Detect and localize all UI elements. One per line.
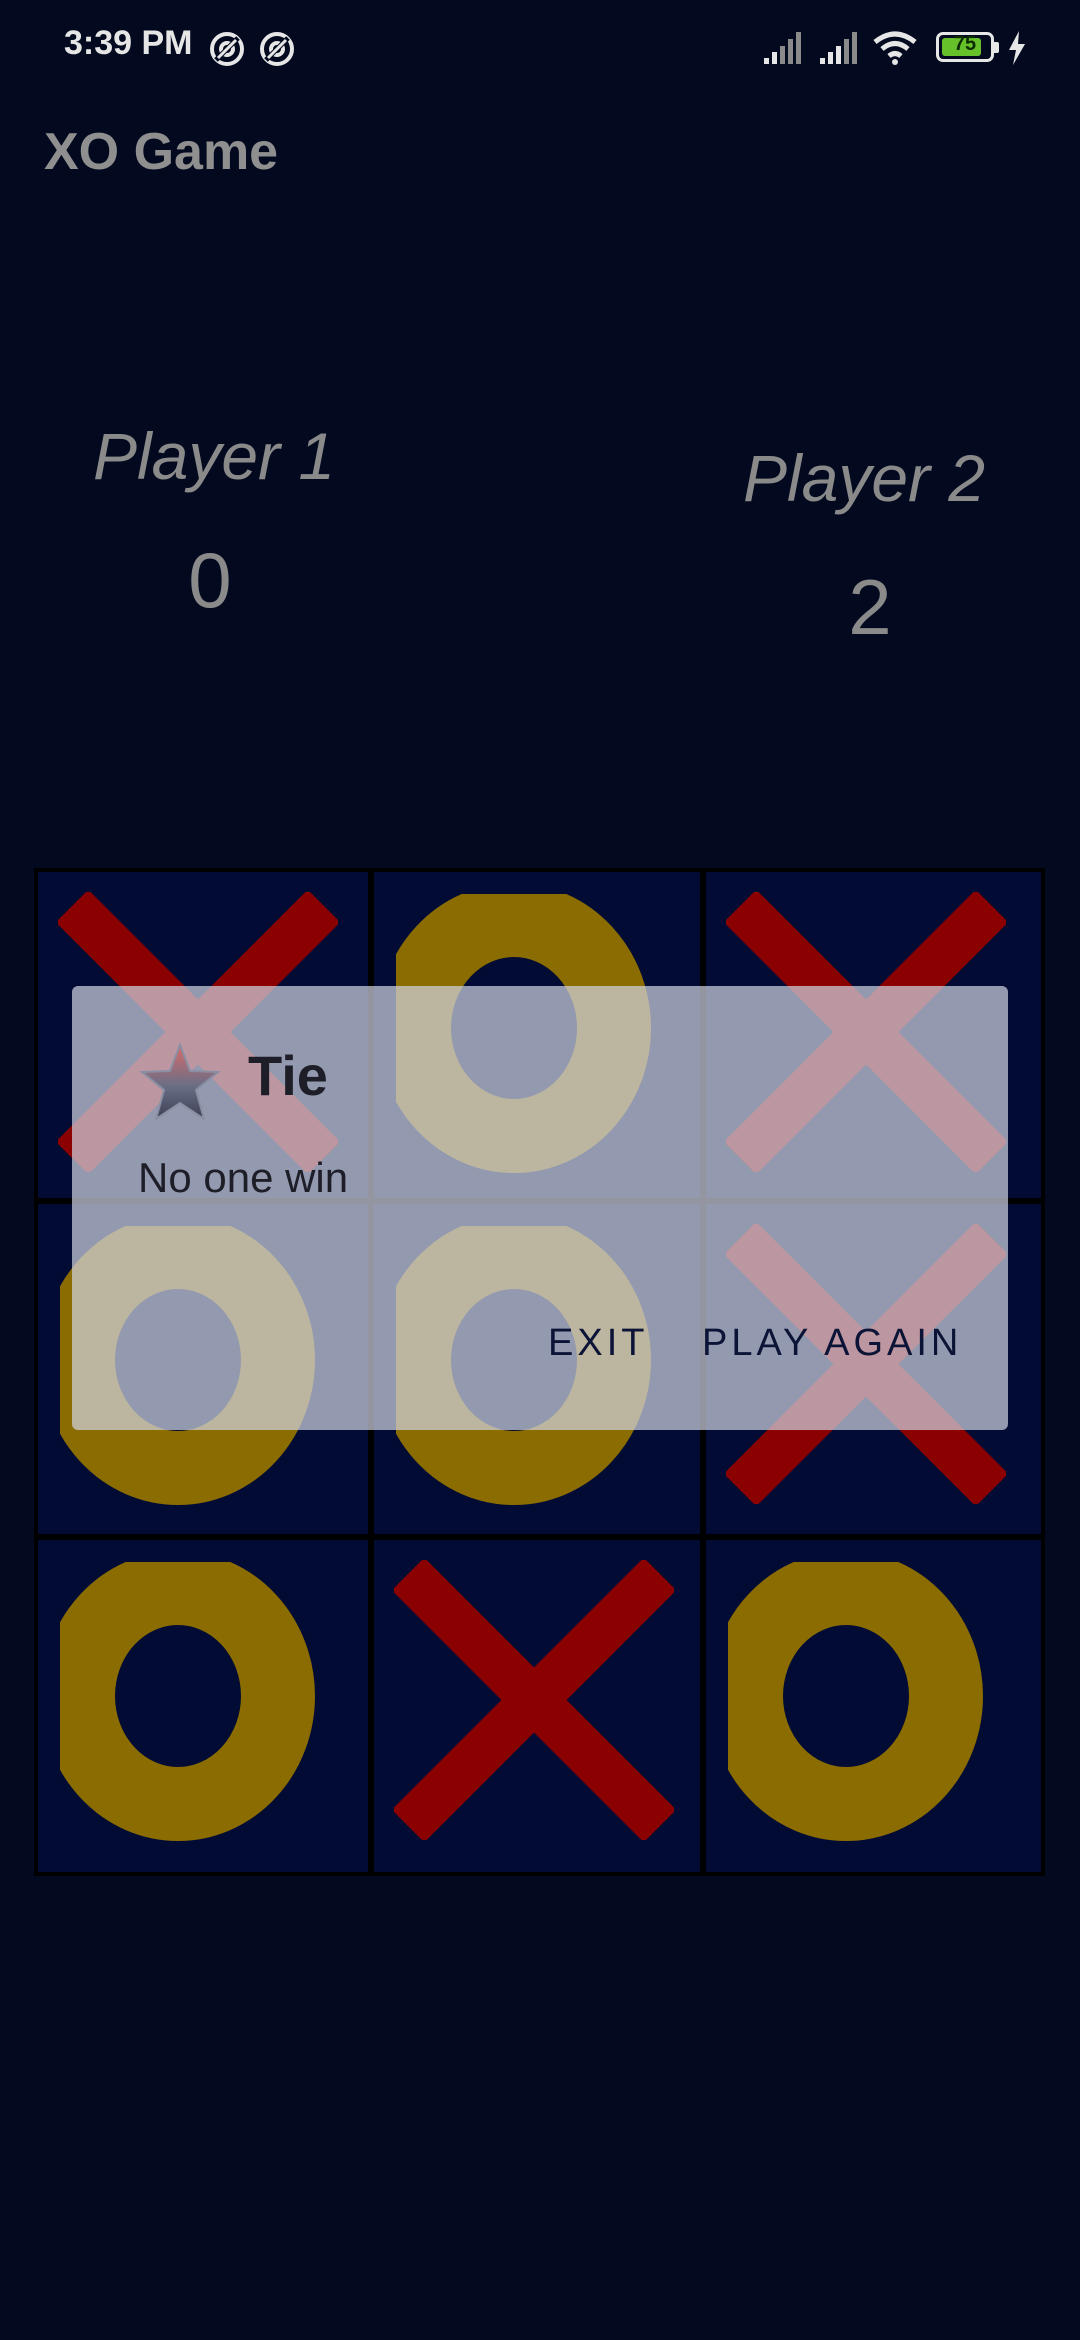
- player-1-score: 0: [188, 536, 232, 624]
- board-cell[interactable]: [706, 1540, 1041, 1872]
- x-mark-icon: [394, 1560, 674, 1840]
- app-title: XO Game: [44, 123, 279, 181]
- dialog-title: Tie: [248, 1044, 328, 1107]
- wifi-icon: [873, 31, 917, 65]
- player-2-score: 2: [848, 563, 892, 651]
- signal-icon: [820, 32, 857, 64]
- o-mark-icon: [60, 1562, 315, 1841]
- o-mark-icon: [728, 1562, 983, 1841]
- star-icon: [139, 1042, 221, 1122]
- signal-icon: [764, 32, 801, 64]
- play-again-button[interactable]: PLAY AGAIN: [702, 1322, 962, 1365]
- status-time: 3:39 PM: [64, 24, 193, 62]
- battery-level: 75: [953, 33, 977, 55]
- player-2-name: Player 2: [742, 441, 986, 515]
- battery-icon: 75: [936, 32, 999, 62]
- board-cell[interactable]: [38, 1540, 368, 1872]
- player-1-name: Player 1: [92, 419, 336, 493]
- charging-icon: [1009, 31, 1025, 65]
- status-bar: 3:39 PM 75: [0, 0, 1080, 96]
- sync-icon: [210, 32, 244, 66]
- board-cell[interactable]: [374, 1540, 700, 1872]
- exit-button[interactable]: EXIT: [548, 1322, 648, 1365]
- dialog-message: No one win: [138, 1154, 349, 1201]
- sync-icon: [260, 32, 294, 66]
- result-dialog: Tie No one win EXIT PLAY AGAIN: [72, 986, 1008, 1430]
